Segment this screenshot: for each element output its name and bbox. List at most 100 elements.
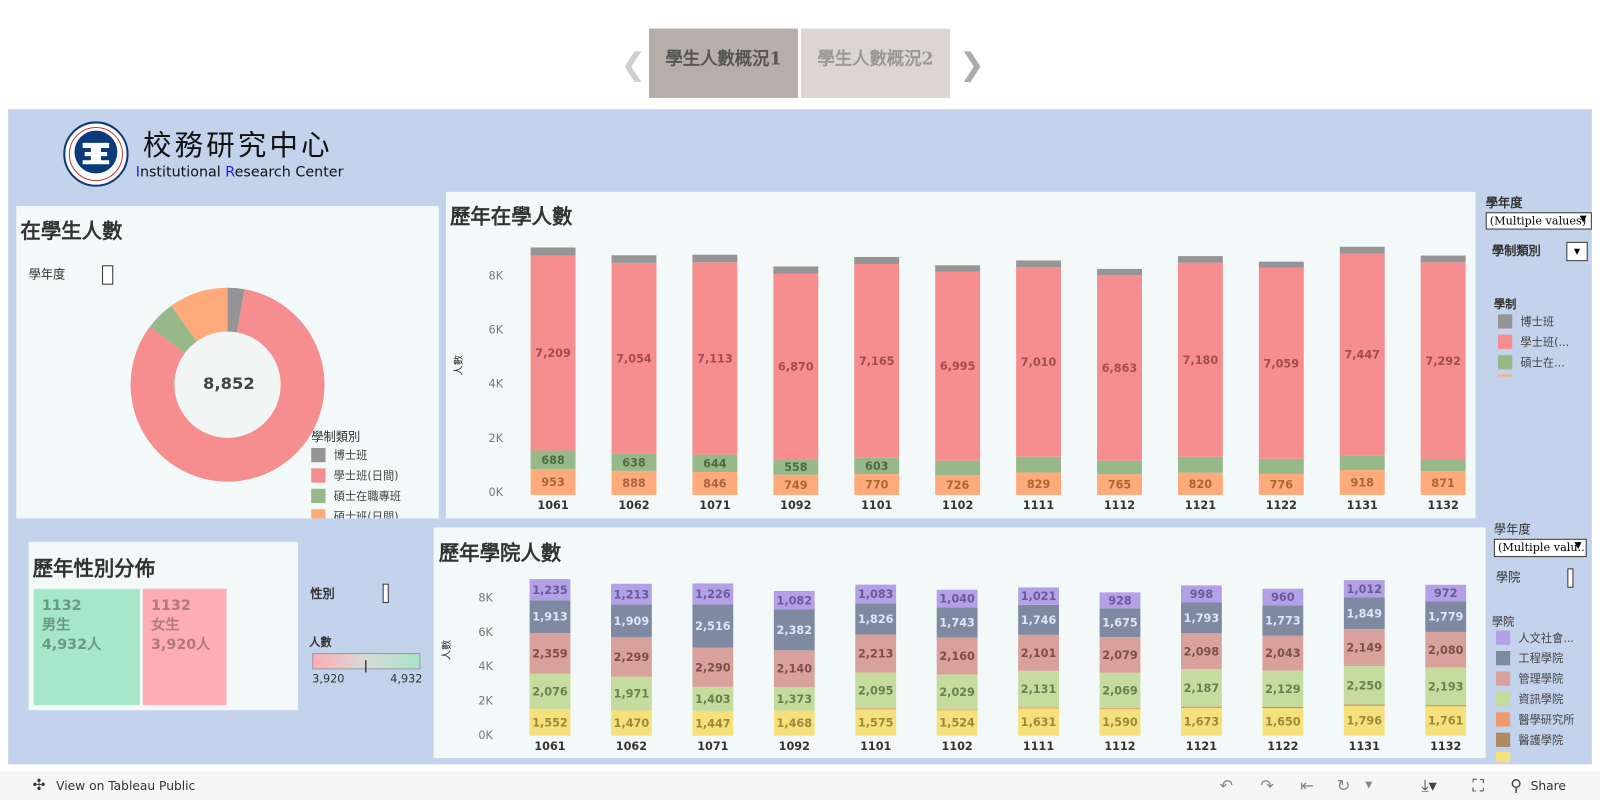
data-label: 1,235 — [532, 584, 568, 597]
bar-segment[interactable] — [1097, 460, 1142, 475]
data-label: 726 — [946, 479, 970, 492]
x-tick-label: 1132 — [1430, 740, 1461, 753]
data-label: 765 — [1108, 479, 1132, 492]
legend-label: 人文社會... — [1518, 631, 1574, 645]
legend-item[interactable]: 資訊學院 — [1495, 691, 1563, 707]
prev-tab-button[interactable]: ❮ — [620, 47, 646, 83]
bar-segment[interactable] — [1258, 458, 1304, 474]
bar-segment[interactable] — [1099, 708, 1141, 710]
refresh-icon[interactable]: ↻ — [1337, 776, 1351, 795]
legend-item[interactable]: 人文社會... — [1495, 630, 1574, 646]
bar-segment[interactable] — [530, 247, 576, 256]
bar-segment[interactable] — [1258, 261, 1304, 268]
x-tick-label: 1062 — [616, 740, 647, 753]
bar-segment[interactable] — [692, 254, 738, 263]
undo-icon[interactable]: ↶ — [1219, 776, 1233, 795]
bar-segment[interactable] — [1177, 456, 1223, 473]
data-label: 1,675 — [1102, 617, 1138, 630]
bar-segment[interactable] — [1339, 246, 1385, 254]
data-label: 7,209 — [535, 347, 571, 360]
bar-segment[interactable] — [773, 266, 819, 274]
year-filter-select[interactable]: (Multiple valu... ▼ — [1493, 538, 1587, 558]
legend-swatch — [311, 509, 326, 519]
yearly-enrollment-panel: 歷年在學人數 人數 0K 2K 4K 6K 8K 953 688 7,209 1061 888 638… — [445, 191, 1476, 519]
download-icon[interactable]: ⤓▾ — [1421, 776, 1436, 796]
bar-segment[interactable] — [1016, 456, 1062, 473]
male-treemap-cell[interactable]: 1132 男生 4,932人 — [33, 588, 140, 706]
dropdown-caret-icon: ▼ — [1574, 540, 1582, 552]
next-tab-button[interactable]: ❯ — [959, 47, 985, 83]
x-tick-label: 1121 — [1186, 740, 1217, 753]
bar-segment[interactable] — [1262, 707, 1304, 709]
data-label: 2,098 — [1184, 645, 1220, 658]
bar-segment[interactable] — [935, 460, 981, 476]
bar-segment[interactable] — [936, 709, 978, 711]
data-label: 1,012 — [1347, 583, 1383, 596]
y-tick-label: 2K — [489, 432, 504, 445]
legend-item[interactable] — [1497, 374, 1520, 377]
legend-item[interactable]: 碩士在職專班 — [311, 488, 401, 504]
bar-segment[interactable] — [1420, 459, 1466, 472]
bar-segment[interactable] — [1420, 255, 1466, 263]
legend-label: 碩士在職專班 — [333, 489, 402, 504]
legend-swatch — [1495, 691, 1511, 707]
college-filter-dropdown[interactable] — [1567, 568, 1574, 588]
bar-segment[interactable] — [1339, 455, 1385, 471]
x-tick-label: 1111 — [1023, 740, 1054, 753]
view-on-tableau-link[interactable]: View on Tableau Public — [56, 779, 195, 793]
data-label: 2,187 — [1184, 682, 1220, 695]
data-label: 928 — [1108, 594, 1132, 607]
x-tick-label: 1101 — [860, 740, 891, 753]
bar-segment[interactable] — [1177, 256, 1223, 263]
data-label: 7,165 — [859, 355, 895, 368]
share-icon[interactable]: ⚲ — [1510, 776, 1522, 795]
data-label: 1,552 — [532, 716, 568, 729]
legend-item[interactable] — [1495, 752, 1518, 763]
bar-segment[interactable] — [1018, 707, 1059, 709]
data-label: 770 — [865, 479, 889, 492]
bar-segment[interactable] — [935, 265, 981, 272]
redo-icon[interactable]: ↷ — [1260, 776, 1274, 795]
data-label: 960 — [1271, 591, 1295, 604]
center-subtitle: Institutional Research Center — [135, 164, 344, 181]
revert-icon[interactable]: ⇤ — [1300, 776, 1314, 795]
x-tick-label: 1122 — [1267, 740, 1298, 753]
bar-segment[interactable] — [1016, 260, 1062, 268]
legend-item[interactable]: 工程學院 — [1495, 650, 1563, 666]
program-type-dropdown[interactable]: ▼ — [1566, 241, 1588, 262]
bar-segment[interactable] — [1097, 268, 1142, 276]
tab-overview-2[interactable]: 學生人數概況2 — [801, 28, 950, 98]
legend-item[interactable]: 博士班 — [1497, 313, 1554, 329]
bar-segment[interactable] — [1181, 706, 1222, 708]
legend-item[interactable]: 管理學院 — [1495, 670, 1564, 686]
legend-swatch — [1495, 712, 1511, 727]
share-button[interactable]: Share — [1531, 779, 1566, 793]
female-treemap-cell[interactable]: 1132 女生 3,920人 — [142, 588, 227, 706]
legend-item[interactable]: 碩士在... — [1497, 354, 1565, 370]
tab-overview-1[interactable]: 學生人數概況1 — [648, 28, 798, 98]
data-label: 2,095 — [858, 684, 894, 697]
data-label: 2,076 — [532, 685, 568, 698]
gender-filter-dropdown[interactable] — [382, 583, 389, 604]
bar-segment[interactable] — [611, 255, 657, 263]
legend-item[interactable]: 學士班(日間) — [311, 467, 399, 483]
bar-segment[interactable] — [854, 256, 900, 265]
legend-item[interactable]: 博士班 — [311, 447, 367, 463]
bar-segment[interactable] — [1343, 704, 1385, 706]
legend-item[interactable]: 學士班(... — [1497, 334, 1569, 350]
legend-label: 學士班(日間) — [333, 469, 399, 483]
legend-label: 管理學院 — [1518, 672, 1564, 686]
legend-item[interactable]: 醫護學院 — [1495, 732, 1563, 748]
legend-item[interactable]: 碩士班(日間) — [311, 508, 399, 519]
year-filter-select[interactable]: (Multiple values) ▼ — [1485, 212, 1592, 230]
legend-swatch — [1495, 651, 1511, 666]
data-label: 1,909 — [614, 615, 650, 628]
data-label: 776 — [1270, 478, 1294, 491]
refresh-dropdown-icon[interactable]: ▼ — [1365, 781, 1372, 791]
data-label: 1,226 — [695, 588, 731, 601]
x-tick-label: 1101 — [861, 499, 892, 512]
fullscreen-icon[interactable]: ⛶ — [1472, 776, 1483, 796]
bar-segment[interactable] — [855, 708, 897, 710]
bar-segment[interactable] — [1425, 705, 1467, 707]
legend-item[interactable]: 醫學研究所 — [1495, 711, 1574, 727]
